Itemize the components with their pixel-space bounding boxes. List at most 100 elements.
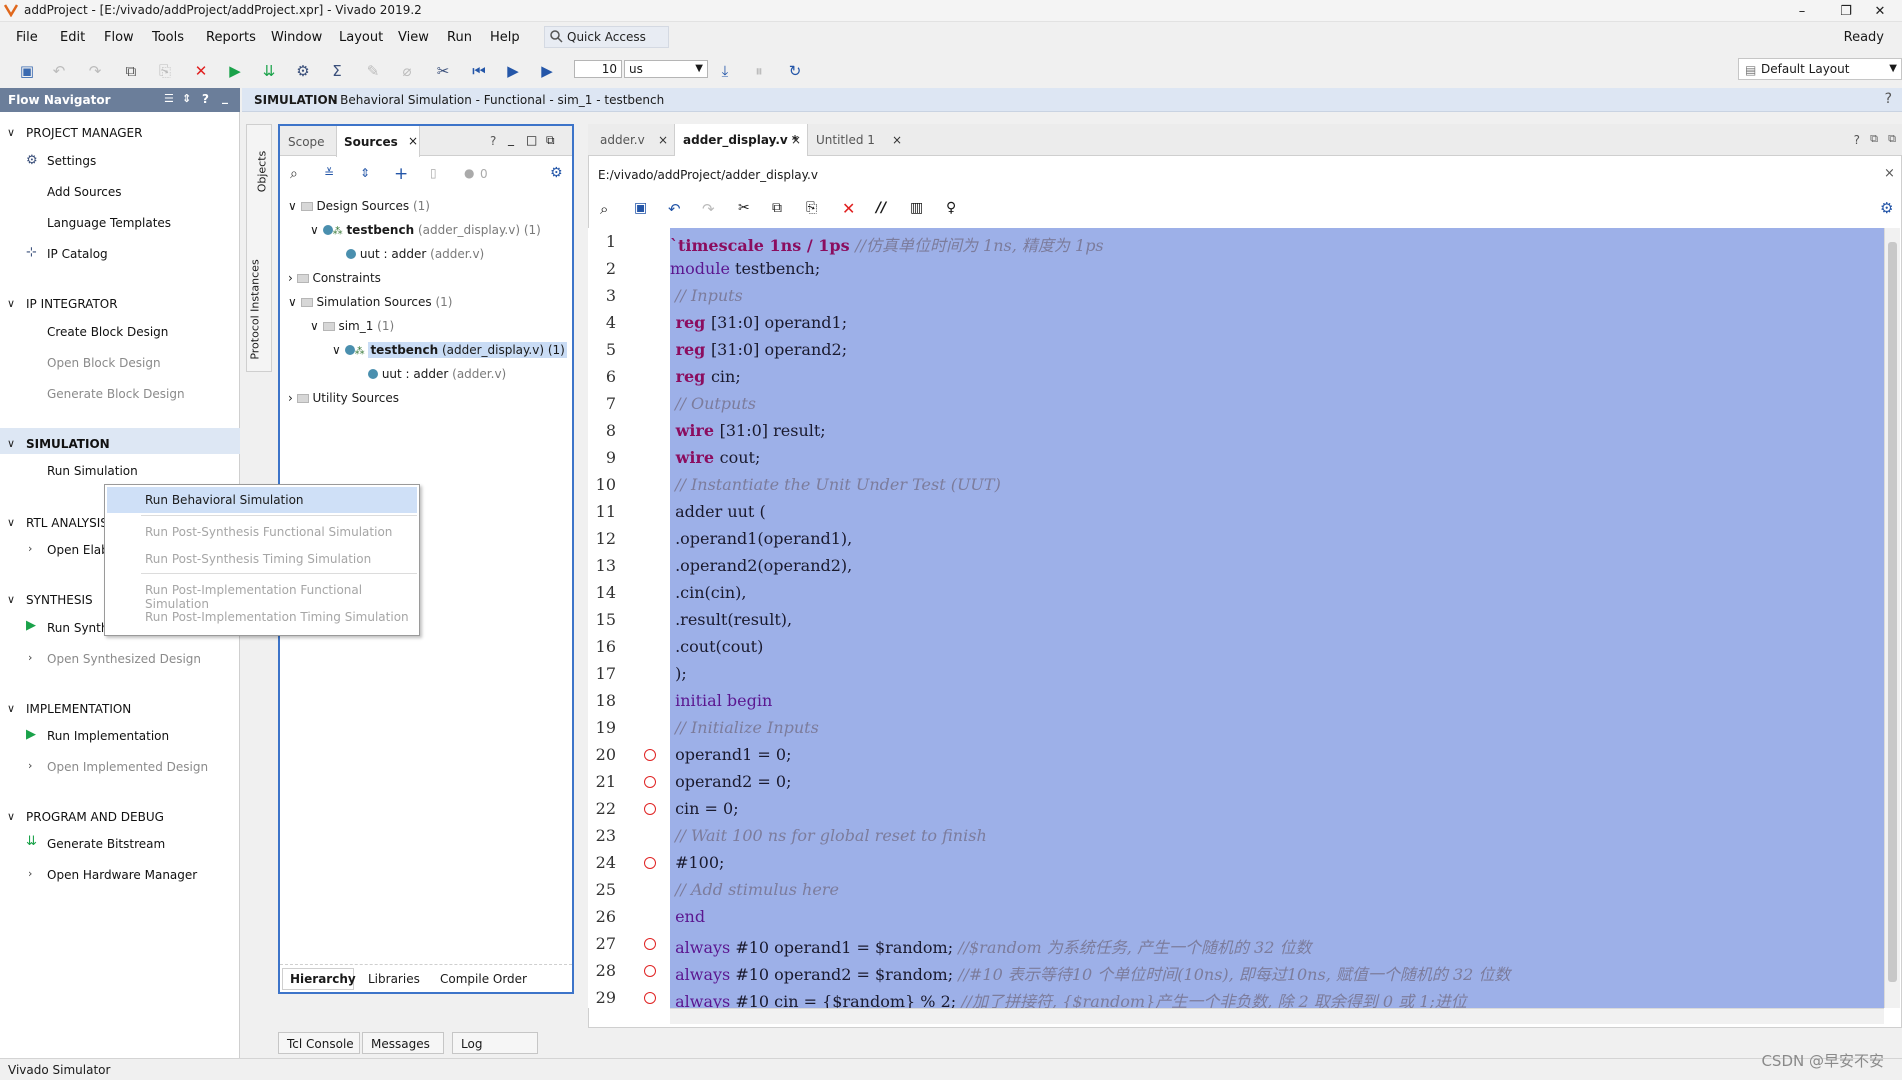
code-line[interactable]: initial begin [670, 691, 772, 710]
settings-gear-icon[interactable]: ⚙ [550, 165, 563, 181]
tree-uut[interactable]: uut : adder (adder.v) [346, 247, 484, 261]
collapse-all-icon[interactable]: ≚ [324, 166, 334, 180]
nav-create-block-design[interactable]: Create Block Design [47, 325, 168, 339]
step-icon[interactable]: ⤓ [714, 60, 736, 82]
comment-icon[interactable]: // [876, 200, 886, 216]
lightbulb-icon[interactable]: ♀ [946, 200, 956, 216]
tree-simulation-sources[interactable]: ∨ Simulation Sources (1) [288, 295, 452, 309]
menu-run-behavioral-simulation[interactable]: Run Behavioral Simulation [145, 493, 304, 507]
tree-utility-sources[interactable]: › Utility Sources [288, 391, 399, 405]
menu-tools[interactable]: Tools [152, 30, 184, 45]
code-line[interactable]: module testbench; [670, 259, 820, 278]
expand-icon[interactable]: ⇕ [182, 92, 191, 105]
tab-sources[interactable]: Sources [344, 135, 398, 149]
time-unit-select[interactable]: us ▼ [624, 60, 708, 78]
tree-testbench-sim[interactable]: ∨ ⁂ testbench (adder_display.v) (1) [332, 342, 567, 358]
nav-open-elaborated-design[interactable]: Open Elab [47, 543, 109, 557]
chevron-right-icon[interactable]: › [28, 651, 32, 664]
nav-ip-catalog[interactable]: IP Catalog [47, 247, 108, 261]
section-rtl-analysis[interactable]: RTL ANALYSIS [26, 516, 108, 530]
close-icon[interactable]: × [791, 124, 801, 156]
chevron-right-icon[interactable]: › [28, 867, 32, 880]
code-line[interactable]: end [670, 907, 705, 926]
menu-run-post-synthesis-timing[interactable]: Run Post-Synthesis Timing Simulation [145, 552, 371, 566]
tab-adder-display-v[interactable]: adder_display.v * × [674, 124, 808, 156]
chevron-down-icon[interactable]: ∨ [7, 516, 15, 529]
section-implementation[interactable]: IMPLEMENTATION [26, 702, 131, 716]
search-icon[interactable]: ⌕ [600, 200, 608, 218]
code-line[interactable]: reg cin; [670, 367, 741, 386]
tab-libraries[interactable]: Libraries [368, 972, 420, 986]
code-line[interactable]: .cout(cout) [670, 637, 763, 656]
vertical-scrollbar[interactable] [1884, 228, 1900, 1008]
menu-run[interactable]: Run [447, 30, 472, 45]
pause-icon[interactable]: ⏸ [748, 60, 770, 82]
breakpoint-icon[interactable] [644, 749, 656, 761]
menu-view[interactable]: View [398, 30, 429, 45]
menu-layout[interactable]: Layout [339, 30, 383, 45]
tree-constraints[interactable]: › Constraints [288, 271, 381, 285]
close-window-button[interactable]: ✕ [1858, 0, 1902, 22]
undo-icon[interactable]: ↶ [48, 60, 70, 82]
code-line[interactable]: wire cout; [670, 448, 761, 467]
menu-run-post-implementation-timing[interactable]: Run Post-Implementation Timing Simulatio… [145, 610, 409, 624]
chevron-down-icon[interactable]: ∨ [7, 810, 15, 823]
section-project-manager[interactable]: PROJECT MANAGER [26, 126, 142, 140]
code-line[interactable]: adder uut ( [670, 502, 766, 521]
help-icon[interactable]: ? [1885, 91, 1892, 107]
code-line[interactable]: operand2 = 0; [670, 772, 791, 791]
relaunch-icon[interactable]: ↻ [784, 60, 806, 82]
tool-disabled-1-icon[interactable]: ✎ [362, 60, 384, 82]
copy-icon[interactable]: ⧉ [120, 60, 142, 82]
menu-flow[interactable]: Flow [104, 30, 134, 45]
code-line[interactable]: operand1 = 0; [670, 745, 791, 764]
section-synthesis[interactable]: SYNTHESIS [26, 593, 93, 607]
nav-language-templates[interactable]: Language Templates [47, 216, 171, 230]
nav-run-simulation[interactable]: Run Simulation [47, 464, 138, 478]
tab-messages[interactable]: Messages [362, 1032, 444, 1054]
nav-open-synthesized-design[interactable]: Open Synthesized Design [47, 652, 201, 666]
run-time-input[interactable]: 10 [574, 60, 622, 78]
code-line[interactable]: `timescale 1ns / 1ps //仿真单位时间为 1ns, 精度为 … [670, 232, 1104, 256]
breakpoint-icon[interactable] [644, 803, 656, 815]
float-icon[interactable]: ⧉ [546, 133, 555, 148]
maximize-icon[interactable]: □ [526, 133, 537, 147]
close-icon[interactable]: × [658, 124, 668, 156]
delete-icon[interactable]: ✕ [842, 199, 855, 218]
code-line[interactable]: .result(result), [670, 610, 792, 629]
menu-reports[interactable]: Reports [206, 30, 256, 45]
section-program-debug[interactable]: PROGRAM AND DEBUG [26, 810, 164, 824]
code-line[interactable]: reg [31:0] operand1; [670, 313, 848, 332]
tab-adder-v[interactable]: adder.v × [592, 124, 674, 156]
help-icon[interactable]: ? [1854, 133, 1860, 147]
breakpoint-icon[interactable] [644, 938, 656, 950]
breakpoint-icon[interactable] [644, 857, 656, 869]
code-line[interactable]: // Add stimulus here [670, 880, 839, 899]
tree-design-sources[interactable]: ∨ Design Sources (1) [288, 199, 430, 213]
tool-disabled-2-icon[interactable]: ⌀ [396, 60, 418, 82]
nav-run-implementation[interactable]: Run Implementation [47, 729, 169, 743]
code-line[interactable]: always #10 operand2 = $random; //#10 表示等… [670, 961, 1510, 985]
tree-sim-1[interactable]: ∨ sim_1 (1) [310, 319, 394, 333]
section-simulation[interactable]: SIMULATION [26, 437, 110, 451]
tab-tcl-console[interactable]: Tcl Console [278, 1032, 360, 1054]
menu-edit[interactable]: Edit [60, 30, 85, 45]
quick-access-search[interactable]: Quick Access [544, 26, 669, 48]
code-line[interactable]: wire [31:0] result; [670, 421, 826, 440]
redo-icon[interactable]: ↷ [702, 200, 715, 218]
add-icon[interactable]: + [394, 164, 408, 184]
paste-icon[interactable]: ⎘ [154, 60, 176, 82]
restart-icon[interactable]: ⏮ [468, 60, 490, 82]
copy-icon[interactable]: ⧉ [772, 200, 782, 216]
settings-gear-icon[interactable]: ⚙ [292, 60, 314, 82]
wave-tool-icon[interactable]: ✂ [432, 60, 454, 82]
code-line[interactable]: .cin(cin), [670, 583, 746, 602]
close-icon[interactable]: × [1884, 166, 1895, 181]
tree-testbench[interactable]: ∨ ⁂ testbench (adder_display.v) (1) [310, 223, 541, 237]
menu-run-post-synthesis-functional[interactable]: Run Post-Synthesis Functional Simulation [145, 525, 392, 539]
close-icon[interactable]: × [408, 134, 418, 148]
menu-window[interactable]: Window [271, 30, 322, 45]
search-icon[interactable]: ⌕ [290, 166, 298, 182]
nav-open-implemented-design[interactable]: Open Implemented Design [47, 760, 208, 774]
run-all-sim-icon[interactable]: ▶ [502, 60, 524, 82]
